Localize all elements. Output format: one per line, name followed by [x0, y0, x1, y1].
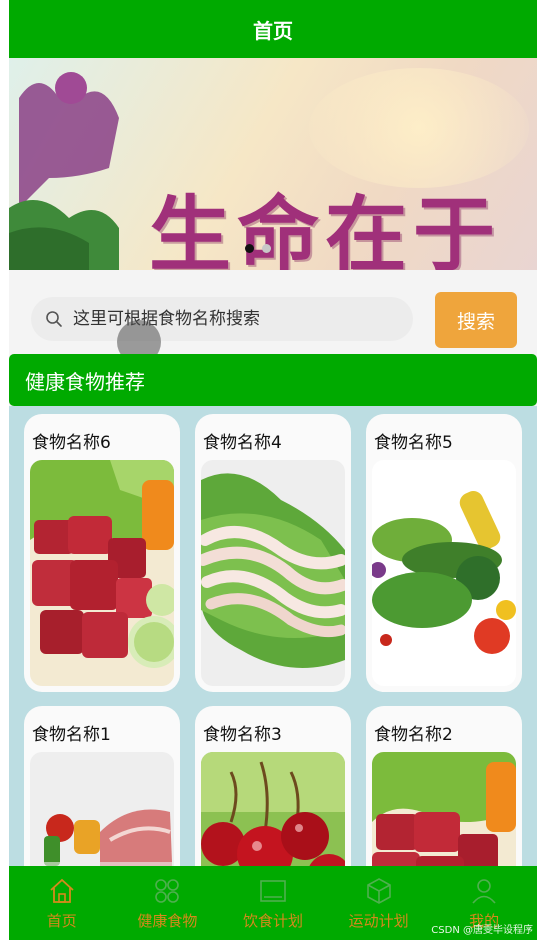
search-field[interactable] — [31, 297, 413, 341]
food-name: 食物名称3 — [203, 725, 282, 745]
carousel-indicators — [245, 244, 271, 253]
nav-label: 首页 — [46, 912, 77, 930]
page-title: 首页 — [253, 18, 293, 43]
nav-label: 运动计划 — [348, 912, 409, 930]
image-icon — [260, 880, 286, 902]
food-name: 食物名称4 — [203, 433, 282, 453]
food-name: 食物名称6 — [32, 433, 111, 453]
cube-icon — [366, 878, 391, 904]
food-card[interactable]: 食物名称4 — [195, 414, 351, 692]
carousel-dot[interactable] — [262, 244, 271, 253]
banner-carousel[interactable]: 生命在于 — [9, 58, 537, 270]
grid-icon — [155, 879, 180, 903]
top-bar: 首页 — [9, 0, 537, 58]
nav-item-healthy-food[interactable]: 健康食物 — [115, 866, 221, 940]
nav-item-diet-plan[interactable]: 饮食计划 — [220, 866, 326, 940]
food-photo-meat — [30, 460, 174, 686]
app-frame: 首页 生命在于 搜索 健康食物推荐 食物名称6 — [9, 0, 537, 940]
banner-slogan: 生命在于 — [149, 187, 502, 270]
home-icon — [50, 878, 74, 903]
user-icon — [472, 879, 496, 904]
section-title: 健康食物推荐 — [9, 354, 537, 406]
search-input[interactable] — [73, 309, 373, 329]
food-name: 食物名称5 — [374, 433, 453, 453]
food-grid: 食物名称6 食物名称4 食物名称5 食物名称1 食物名称3 食物名称2 — [9, 406, 537, 906]
nav-label: 健康食物 — [137, 912, 198, 930]
food-card[interactable]: 食物名称5 — [366, 414, 522, 692]
nav-item-home[interactable]: 首页 — [9, 866, 115, 940]
search-icon — [46, 311, 62, 327]
food-photo-vegetables — [372, 460, 516, 686]
nav-item-exercise-plan[interactable]: 运动计划 — [326, 866, 432, 940]
food-name: 食物名称2 — [374, 725, 453, 745]
food-photo-tripe — [201, 460, 345, 686]
nav-label: 饮食计划 — [242, 912, 303, 930]
search-bar: 搜索 — [9, 280, 537, 364]
food-card[interactable]: 食物名称6 — [24, 414, 180, 692]
search-button[interactable]: 搜索 — [435, 292, 517, 348]
food-name: 食物名称1 — [32, 725, 111, 745]
watermark: CSDN @唐雯毕设程序 — [431, 925, 533, 936]
banner-figure-image — [9, 72, 119, 270]
carousel-dot-active[interactable] — [245, 244, 254, 253]
